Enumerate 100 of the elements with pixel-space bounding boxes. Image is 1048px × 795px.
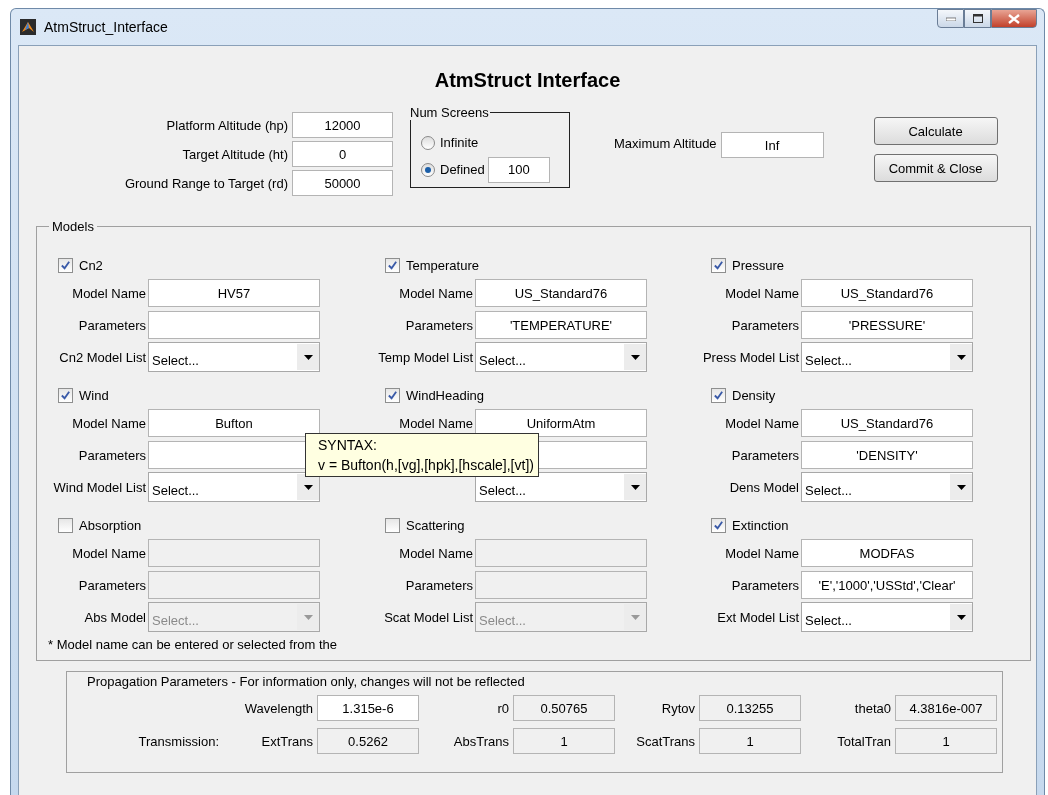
checkbox[interactable]: [711, 517, 726, 533]
input-field[interactable]: Bufton: [148, 409, 320, 437]
close-button[interactable]: [991, 9, 1037, 28]
field-label: Model Name: [725, 285, 799, 301]
input-field[interactable]: 12000: [292, 112, 393, 138]
dropdown[interactable]: Select...: [475, 472, 647, 502]
input-field[interactable]: 0: [292, 141, 393, 167]
caret-icon: [956, 484, 966, 490]
input-field[interactable]: US_Standard76: [475, 279, 647, 307]
input-field[interactable]: HV57: [148, 279, 320, 307]
field-label: Press Model List: [702, 349, 799, 365]
checkbox-label: Density: [732, 387, 776, 403]
checkbox[interactable]: [58, 387, 73, 403]
input-field[interactable]: [148, 571, 320, 599]
checkbox-label: Scattering: [406, 517, 465, 533]
input-field[interactable]: [148, 311, 320, 339]
input-field[interactable]: 1.315e-6: [317, 695, 419, 721]
field-label: Target Altitude (ht): [182, 146, 288, 162]
input-field[interactable]: 'PRESSURE': [801, 311, 973, 339]
input-field[interactable]: US_Standard76: [801, 409, 973, 437]
window-title: AtmStruct_Interface: [44, 19, 168, 35]
dropdown[interactable]: Select...: [148, 342, 320, 372]
caret-icon: [630, 614, 640, 620]
input-field[interactable]: Inf: [720, 132, 824, 158]
group-title: Propagation Parameters - For information only, changes will not be reflected: [86, 674, 526, 689]
input-field[interactable]: 'DENSITY': [801, 441, 973, 469]
readout-field: 1: [895, 728, 997, 754]
field-label: Model Name: [72, 415, 146, 431]
input-field[interactable]: 'TEMPERATURE': [475, 311, 647, 339]
readout-field: 0.5262: [317, 728, 419, 754]
checkbox-label: Extinction: [732, 517, 789, 533]
field-label: r0: [496, 700, 509, 716]
field-label: Parameters: [405, 577, 473, 593]
field-label: Parameters: [78, 447, 146, 463]
caret-icon: [956, 354, 966, 360]
checkbox-label: Cn2: [79, 257, 103, 273]
checkbox[interactable]: [58, 257, 73, 273]
field-label: theta0: [853, 700, 891, 716]
maximize-button[interactable]: [964, 9, 991, 28]
dropdown[interactable]: Select...: [475, 342, 647, 372]
checkbox-label: Wind: [79, 387, 109, 403]
field-label: ScatTrans: [635, 733, 695, 749]
dropdown[interactable]: Select...: [148, 472, 320, 502]
field-label: Abs Model: [84, 609, 146, 625]
radio-label: Infinite: [440, 135, 479, 150]
caret-icon: [303, 614, 313, 620]
readout-field: 0.13255: [699, 695, 801, 721]
checkbox-label: Pressure: [732, 257, 785, 273]
field-label: AbsTrans: [452, 733, 509, 749]
input-field[interactable]: 100: [487, 156, 550, 183]
field-label: Dens Model: [729, 479, 799, 495]
caret-icon: [630, 484, 640, 490]
field-label: Parameters: [731, 447, 799, 463]
readout-field: 1: [699, 728, 801, 754]
dropdown[interactable]: Select...: [801, 342, 973, 372]
field-label: Model Name: [72, 285, 146, 301]
field-label: Parameters: [731, 317, 799, 333]
field-label: TotalTran: [836, 733, 891, 749]
push-button[interactable]: Calculate: [873, 117, 998, 145]
maximize-icon: [972, 14, 983, 23]
row-label: Transmission:: [138, 733, 219, 749]
radio-label: Defined: [440, 162, 485, 177]
readout-field: 0.50765: [513, 695, 615, 721]
caret-icon: [630, 354, 640, 360]
input-field[interactable]: [148, 539, 320, 567]
input-field[interactable]: [475, 571, 647, 599]
dropdown[interactable]: Select...: [801, 472, 973, 502]
input-field[interactable]: [475, 539, 647, 567]
checkbox-label: Temperature: [406, 257, 479, 273]
checkbox-label: Absorption: [79, 517, 142, 533]
field-label: ExtTrans: [260, 733, 313, 749]
checkbox[interactable]: [385, 257, 400, 273]
checkbox[interactable]: [58, 517, 73, 533]
checkbox[interactable]: [385, 387, 400, 403]
readout-field: 1: [513, 728, 615, 754]
field-label: Wind Model List: [53, 479, 146, 495]
input-field[interactable]: 50000: [292, 170, 393, 196]
minimize-button[interactable]: [937, 9, 964, 28]
input-field[interactable]: UniformAtm: [475, 409, 647, 437]
checkbox[interactable]: [711, 387, 726, 403]
field-label: Model Name: [399, 545, 473, 561]
field-label: Model Name: [725, 415, 799, 431]
group-title: Models: [49, 219, 97, 234]
checkbox-label: WindHeading: [406, 387, 485, 403]
input-field[interactable]: MODFAS: [801, 539, 973, 567]
field-label: Parameters: [731, 577, 799, 593]
checkbox[interactable]: [711, 257, 726, 273]
app-icon: [20, 19, 36, 35]
checkbox[interactable]: [385, 517, 400, 533]
radio-button[interactable]: [421, 162, 435, 177]
field-label: Parameters: [405, 317, 473, 333]
field-label: Wavelength: [243, 700, 313, 716]
dropdown[interactable]: Select...: [801, 602, 973, 632]
push-button[interactable]: Commit & Close: [873, 154, 998, 182]
input-field[interactable]: 'E','1000','USStd','Clear': [801, 571, 973, 599]
form-heading: AtmStruct Interface: [433, 69, 622, 93]
field-label: Model Name: [72, 545, 146, 561]
input-field[interactable]: US_Standard76: [801, 279, 973, 307]
radio-button[interactable]: [421, 135, 435, 150]
field-label: Parameters: [78, 577, 146, 593]
